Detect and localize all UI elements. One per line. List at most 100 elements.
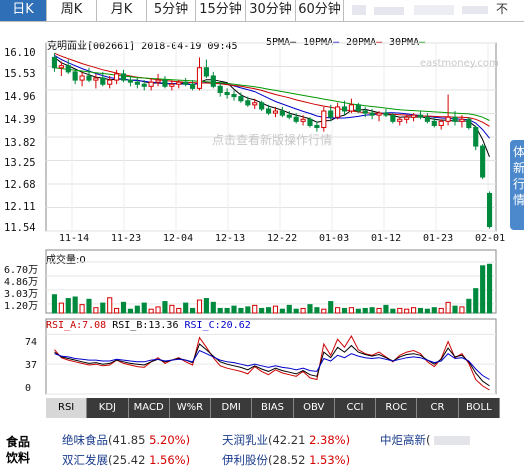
stock-price: ( bbox=[426, 433, 431, 447]
candle-body bbox=[155, 79, 161, 83]
blurred-value bbox=[433, 436, 470, 445]
candle-body bbox=[217, 85, 223, 93]
volume-bar bbox=[486, 263, 493, 314]
candle-body bbox=[148, 81, 154, 87]
volume-bar bbox=[120, 301, 127, 314]
candle-body bbox=[141, 83, 147, 87]
volume-bar bbox=[72, 296, 78, 314]
stock-change: 1.53%) bbox=[309, 453, 351, 467]
volume-bar bbox=[155, 306, 161, 314]
related-stock[interactable]: 伊利股份(28.52 1.53%) bbox=[222, 452, 350, 468]
volume-bar bbox=[86, 298, 92, 314]
candle-body bbox=[300, 118, 306, 122]
volume-bar bbox=[383, 304, 389, 314]
indicator-rsi[interactable]: RSI bbox=[46, 398, 88, 418]
volume-bar bbox=[466, 298, 472, 314]
volume-bar bbox=[445, 301, 451, 314]
related-stock[interactable]: 双汇发展(25.42 1.56%) bbox=[62, 452, 190, 468]
indicator-dmi[interactable]: DMI bbox=[211, 398, 253, 418]
stock-change: 5.20%) bbox=[149, 433, 191, 447]
volume-bar bbox=[362, 307, 368, 314]
volume-bar bbox=[196, 299, 203, 314]
volume-bar bbox=[238, 307, 244, 314]
candle-body bbox=[272, 110, 279, 114]
indicator-bias[interactable]: BIAS bbox=[252, 398, 294, 418]
volume-bar bbox=[190, 307, 196, 314]
volume-bar bbox=[279, 308, 285, 314]
candle-body bbox=[100, 77, 106, 85]
indicator-roc[interactable]: ROC bbox=[376, 398, 418, 418]
candle-body bbox=[459, 118, 465, 122]
stock-change: 2.38%) bbox=[309, 433, 351, 447]
stock-name[interactable]: 伊利股份 bbox=[222, 453, 268, 467]
volume-bar bbox=[245, 306, 251, 314]
volume-bar bbox=[328, 301, 334, 314]
candle-body bbox=[190, 83, 196, 89]
indicator-cci[interactable]: CCI bbox=[334, 398, 377, 418]
candle-body bbox=[176, 81, 182, 85]
candle-body bbox=[231, 94, 237, 98]
candle-body bbox=[127, 79, 133, 83]
volume-bar bbox=[424, 308, 430, 314]
watermark-text: 点击查看新版操作行情 bbox=[212, 133, 333, 147]
volume-bar bbox=[114, 307, 120, 314]
volume-bar bbox=[127, 308, 133, 314]
candle-body bbox=[265, 108, 272, 114]
candle-body bbox=[72, 71, 78, 81]
volume-bar bbox=[162, 301, 168, 314]
candle-body bbox=[93, 77, 99, 81]
candle-body bbox=[321, 110, 327, 129]
volume-bar bbox=[321, 308, 327, 314]
related-stock[interactable]: 天润乳业(42.21 2.38%) bbox=[222, 432, 350, 448]
candle-body bbox=[376, 112, 382, 116]
candle-body bbox=[369, 112, 375, 116]
candle-body bbox=[473, 127, 479, 147]
volume-bar bbox=[286, 304, 292, 314]
volume-bar bbox=[183, 302, 189, 314]
candle-body bbox=[355, 104, 361, 112]
stock-name[interactable]: 绝味食品 bbox=[62, 433, 108, 447]
volume-bar bbox=[93, 307, 99, 314]
indicator-obv[interactable]: OBV bbox=[293, 398, 335, 418]
volume-bar bbox=[397, 307, 403, 314]
stock-change: 1.56%) bbox=[149, 453, 191, 467]
candle-body bbox=[348, 104, 354, 112]
indicator-wr[interactable]: W%R bbox=[169, 398, 212, 418]
candle-body bbox=[486, 192, 493, 227]
volume-bar bbox=[58, 302, 64, 314]
stock-name[interactable]: 天润乳业 bbox=[222, 433, 268, 447]
volume-bar bbox=[224, 307, 230, 314]
indicator-macd[interactable]: MACD bbox=[128, 398, 170, 418]
candle-body bbox=[480, 145, 486, 178]
volume-bar bbox=[252, 304, 258, 314]
indicator-kdj[interactable]: KDJ bbox=[87, 398, 129, 418]
volume-bar bbox=[203, 298, 209, 314]
stock-name[interactable]: 中炬高新 bbox=[380, 433, 426, 447]
candle-body bbox=[362, 110, 368, 114]
candle-body bbox=[397, 118, 403, 122]
candle-body bbox=[466, 118, 472, 129]
indicator-cr[interactable]: CR bbox=[417, 398, 459, 418]
stock-name[interactable]: 双汇发展 bbox=[62, 453, 108, 467]
volume-bar bbox=[134, 305, 140, 314]
stock-price: (25.42 bbox=[108, 453, 146, 467]
candle-body bbox=[162, 79, 168, 87]
volume-bar bbox=[217, 307, 223, 314]
candle-body bbox=[238, 96, 244, 102]
volume-bar bbox=[148, 308, 154, 314]
volume-bar bbox=[231, 305, 237, 314]
indicator-boll[interactable]: BOLL bbox=[458, 398, 500, 418]
volume-bar bbox=[348, 307, 354, 314]
volume-bar bbox=[79, 304, 85, 314]
candle-body bbox=[107, 79, 113, 85]
volume-bar bbox=[335, 307, 341, 314]
volume-bar bbox=[272, 305, 279, 314]
related-stock[interactable]: 中炬高新( bbox=[380, 432, 470, 448]
rsi-line bbox=[54, 334, 490, 391]
candle-body bbox=[252, 102, 258, 106]
related-stock[interactable]: 绝味食品(41.85 5.20%) bbox=[62, 432, 190, 448]
volume-bar bbox=[314, 307, 320, 314]
candle-body bbox=[293, 116, 299, 122]
volume-bar bbox=[259, 307, 265, 314]
new-quote-side-button[interactable]: 体 新 行 情 bbox=[510, 140, 524, 230]
